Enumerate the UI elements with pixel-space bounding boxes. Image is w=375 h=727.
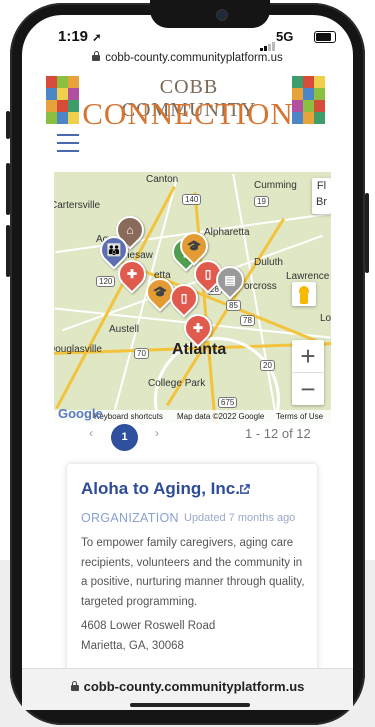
card-description: To empower family caregivers, aging care… <box>81 537 305 608</box>
zoom-in-button[interactable]: + <box>292 340 324 372</box>
bottom-address-bar[interactable]: cobb-county.communityplatform.us <box>22 668 353 710</box>
medical-icon: ✚ <box>126 267 138 281</box>
map-data-text: Map data ©2022 Google <box>177 412 265 421</box>
map-label-canton: Canton <box>146 174 179 185</box>
route-badge-120: 120 <box>96 276 116 287</box>
map[interactable]: Canton Cumming Cartersville Alpharetta A… <box>54 172 331 423</box>
bottom-url: cobb-county.communityplatform.us <box>22 679 353 694</box>
route-badge-140: 140 <box>182 194 202 205</box>
next-page-button[interactable]: › <box>155 426 159 440</box>
card-updated: Updated 7 months ago <box>184 512 296 524</box>
phone-mute-switch <box>6 111 10 139</box>
notch <box>150 0 270 28</box>
route-badge-20: 20 <box>260 360 275 371</box>
status-time: 1:19 ➚ <box>58 28 102 45</box>
signal-icon <box>260 33 276 51</box>
url-text: cobb-county.communityplatform.us <box>105 52 283 64</box>
puzzle-icon-right <box>292 76 326 126</box>
route-badge-85: 85 <box>226 300 241 311</box>
network-label: 5G <box>276 29 294 44</box>
graduation-cap-icon: 🎓 <box>186 239 202 253</box>
address-bar-top[interactable]: cobb-county.communityplatform.us <box>0 50 375 64</box>
street-view-button[interactable] <box>292 282 316 306</box>
logo-line2: CONNECTION <box>82 96 294 131</box>
route-badge-675: 675 <box>218 397 238 408</box>
prev-page-button[interactable]: ‹ <box>89 426 93 440</box>
result-card[interactable]: Aloha to Aging, Inc. ORGANIZATION Update… <box>67 464 317 674</box>
zoom-control: + − <box>292 340 324 405</box>
graduation-cap-icon: 🎓 <box>152 285 168 299</box>
map-label-alpharetta: Alpharetta <box>204 227 250 238</box>
terms-link[interactable]: Terms of Use <box>276 410 323 423</box>
camera-icon <box>216 9 228 21</box>
map-label-norcross: orcross <box>244 281 277 292</box>
page-1-button[interactable]: 1 <box>111 424 138 451</box>
map-label-lo: Lo <box>320 313 331 324</box>
map-label-austell: Austell <box>109 324 140 335</box>
zoom-out-button[interactable]: − <box>292 372 324 405</box>
route-badge-19: 19 <box>254 196 269 207</box>
people-icon: 👪 <box>106 243 122 257</box>
phone-power-button <box>365 193 369 273</box>
card-title[interactable]: Aloha to Aging, Inc. <box>81 479 240 499</box>
map-label-duluth: Duluth <box>254 257 283 268</box>
menu-icon[interactable] <box>57 134 79 152</box>
map-label-douglasville: Douglasville <box>54 344 102 355</box>
external-link-icon[interactable] <box>239 484 250 495</box>
map-label-cumming: Cumming <box>254 180 297 191</box>
lock-icon <box>70 680 79 691</box>
pagination: ‹ 1 › 1 - 12 of 12 <box>85 424 325 451</box>
puzzle-icon-left <box>46 76 80 126</box>
lock-icon <box>92 50 101 61</box>
result-count: 1 - 12 of 12 <box>245 426 311 441</box>
bottle-icon: ▯ <box>180 291 188 305</box>
fullscreen-button[interactable]: Fl Br <box>312 178 331 214</box>
map-label-cartersville: Cartersville <box>54 200 101 211</box>
battery-icon <box>314 31 336 43</box>
phone-volume-down <box>6 225 10 277</box>
phone-volume-up <box>6 163 10 215</box>
medical-icon: ✚ <box>192 321 204 335</box>
route-badge-78: 78 <box>240 315 255 326</box>
site-logo[interactable]: COBB COMMUNITY CONNECTION <box>46 74 328 131</box>
home-indicator[interactable] <box>130 703 250 707</box>
route-badge-70: 70 <box>134 348 149 359</box>
google-logo: Google <box>58 406 103 421</box>
map-label-college-park: College Park <box>148 378 206 389</box>
card-address-line2: Marietta, GA, 30068 <box>81 640 184 652</box>
document-icon: ▤ <box>224 273 236 287</box>
keyboard-shortcuts-link[interactable]: Keyboard shortcuts <box>94 410 163 423</box>
card-type: ORGANIZATION <box>81 511 179 525</box>
map-label-lawrence: Lawrence <box>286 271 330 282</box>
card-address-line1: 4608 Lower Roswell Road <box>81 620 216 632</box>
